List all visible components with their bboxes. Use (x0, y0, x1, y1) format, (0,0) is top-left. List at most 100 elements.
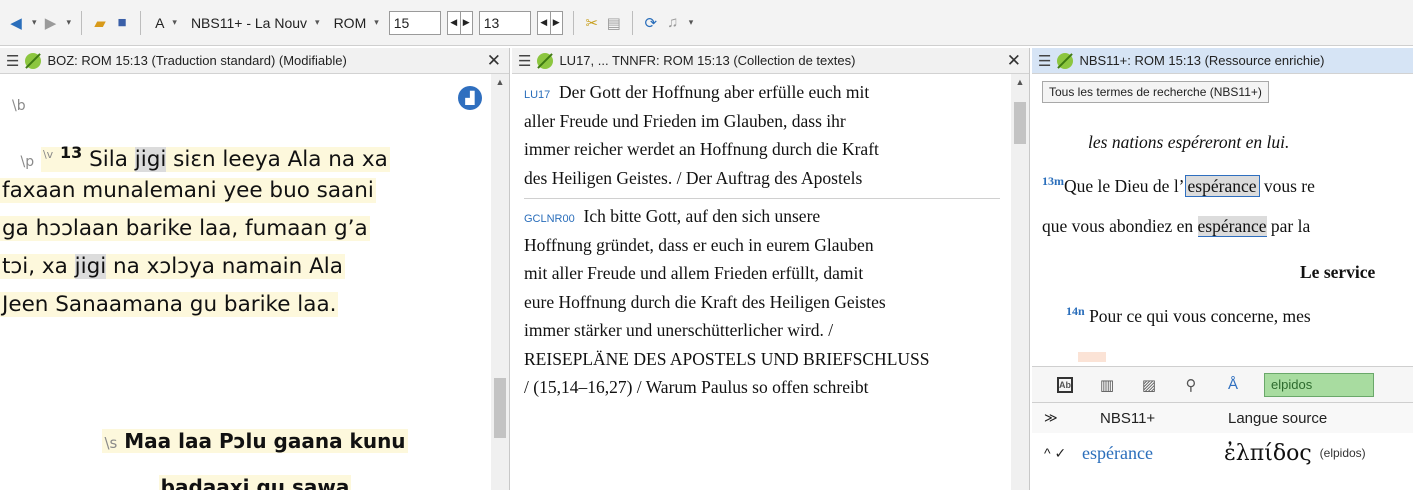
edit-status-icon (25, 52, 42, 69)
scrollbar-thumb[interactable] (494, 378, 506, 438)
text-run: par la (1266, 216, 1311, 236)
chevron-down-icon[interactable]: ▾ (689, 17, 694, 28)
verse-line: ga hɔɔlaan barike laa, fumaan g’a (0, 210, 470, 248)
column-header[interactable]: Langue source (1202, 410, 1327, 427)
term-search-input[interactable]: elpidos (1264, 372, 1374, 397)
scroll-up-icon[interactable]: ▲ (491, 74, 509, 90)
details-icon: Ab (1057, 376, 1073, 393)
audio-icon[interactable]: ♫ (665, 10, 681, 36)
image-icon: ▨ (1141, 376, 1157, 394)
row-toggle-icon[interactable]: ^ ✓ (1032, 445, 1082, 462)
tab-details[interactable]: Ab (1044, 367, 1086, 403)
tab-lexicon[interactable]: Å (1212, 367, 1254, 403)
text-line: immer reicher werdet an Hoffnung durch d… (524, 139, 879, 159)
search-terms-filter-button[interactable]: Tous les termes de recherche (NBS11+) (1042, 81, 1269, 103)
pane-title: NBS11+: ROM 15:13 (Ressource enrichie) (1079, 53, 1325, 68)
text-entry[interactable]: LU17 Der Gott der Hoffnung aber erfülle … (524, 78, 1006, 192)
project-selector[interactable]: NBS11+ - La Nouv ▾ (187, 15, 324, 31)
marker-s: \s (104, 434, 118, 452)
layout-icon[interactable]: ▤ (606, 10, 622, 36)
verse-line: faxaan munalemani yee buo saani (0, 172, 470, 210)
forward-arrow-icon[interactable]: ▶ (43, 10, 59, 36)
highlighted-term[interactable]: espérance (1197, 216, 1267, 237)
text-run: Der Gott der Hoffnung aber erfülle euch … (559, 82, 870, 102)
text-line: 14n Pour ce qui vous concerne, mes (1066, 304, 1311, 327)
text-run: ga hɔɔlaan barike laa, fumaan g’a (0, 216, 370, 241)
text-run: Ich bitte Gott, auf den sich unsere (583, 206, 821, 226)
chapter-spinner[interactable]: ◀ ▶ (446, 10, 473, 35)
close-icon[interactable]: ✕ (1007, 51, 1021, 71)
next-icon[interactable]: ▶ (549, 11, 562, 34)
partial-highlight (1078, 352, 1106, 362)
menu-icon[interactable]: ☰ (1038, 52, 1051, 70)
next-icon[interactable]: ▶ (459, 11, 472, 34)
link-icon[interactable]: ✂ (584, 10, 600, 36)
highlighted-term[interactable]: jigi (134, 147, 167, 173)
resource-text[interactable]: les nations espéreront en lui. 13mQue le… (1032, 126, 1413, 384)
forward-dropdown-icon[interactable]: ▾ (67, 17, 72, 28)
text-run: Que le Dieu de l’ (1064, 175, 1185, 196)
verse-spinner[interactable]: ◀ ▶ (536, 10, 563, 35)
book-name: ROM (333, 14, 367, 31)
text-run: tɔi, xa (2, 254, 75, 279)
text-line: immer stärker und unerschütterlicher wir… (524, 320, 834, 340)
scrollbar[interactable]: ▲ (1011, 74, 1029, 490)
text-line: les nations espéreront en lui. (1088, 132, 1290, 152)
text-run: que vous abondiez en (1042, 216, 1198, 236)
collection-text[interactable]: LU17 Der Gott der Hoffnung aber erfülle … (512, 74, 1012, 490)
prev-icon[interactable]: ◀ (447, 11, 460, 34)
font-size-button[interactable]: A ▾ (151, 15, 181, 31)
term-panel-tabs: Ab ▥ ▨ ⚲ Å elpidos (1032, 367, 1413, 403)
back-dropdown-icon[interactable]: ▾ (32, 17, 37, 28)
text-entry[interactable]: GCLNR00 Ich bitte Gott, auf den sich uns… (524, 202, 1006, 402)
column-header[interactable]: NBS11+ (1070, 410, 1202, 427)
version-abbr[interactable]: LU17 (524, 89, 550, 101)
text-run: Jeen Sanaamana gu barike laa. (0, 292, 339, 317)
section-heading[interactable]: \s Maa laa Pɔlu gaana kunu badaaxi gu sa… (90, 419, 420, 490)
menu-icon[interactable]: ☰ (518, 52, 531, 70)
pane-header: ☰ LU17, ... TNNFR: ROM 15:13 (Collection… (512, 48, 1029, 74)
close-icon[interactable]: ✕ (487, 51, 501, 71)
open-folder-icon[interactable]: ▰ (92, 10, 108, 36)
sync-icon[interactable]: ⟳ (643, 10, 659, 36)
term-table-header: ≫ NBS11+ Langue source (1032, 403, 1413, 433)
menu-icon[interactable]: ☰ (6, 52, 19, 70)
chapter-field[interactable]: 15 (388, 10, 441, 35)
translation-text[interactable]: \b ▟ \p \v 13 Sila jigi siɛn leeya Ala n… (0, 74, 492, 490)
scrollbar[interactable]: ▲ (491, 74, 509, 490)
tab-images[interactable]: ▨ (1128, 367, 1170, 403)
scrollbar-thumb[interactable] (1014, 102, 1026, 144)
edit-status-icon (1057, 52, 1074, 69)
prev-icon[interactable]: ◀ (537, 11, 550, 34)
scroll-up-icon[interactable]: ▲ (1011, 74, 1029, 90)
text-collection-pane: ☰ LU17, ... TNNFR: ROM 15:13 (Collection… (512, 48, 1030, 490)
enriched-resource-pane: ☰ NBS11+: ROM 15:13 (Ressource enrichie)… (1032, 48, 1413, 490)
collapse-all-icon[interactable]: ≫ (1032, 410, 1070, 426)
chevron-down-icon: ▾ (315, 17, 320, 27)
heading-line: badaaxi gu sawa (90, 465, 420, 490)
version-abbr[interactable]: GCLNR00 (524, 213, 575, 225)
text-run: na xɔlɔya namain Ala (106, 254, 343, 279)
term-row[interactable]: ^ ✓ espérance ἐλπίδος (elpidos) (1032, 433, 1413, 473)
map-pin-icon: ⚲ (1185, 376, 1197, 394)
verse-number: 13 (60, 143, 83, 162)
project-name: NBS11+ - La Nouv (190, 14, 308, 31)
selected-term[interactable]: espérance (1184, 174, 1260, 197)
text-run: Maa laa Pɔlu gaana kunu (124, 429, 406, 453)
verse-number[interactable]: 13m (1042, 174, 1064, 188)
term-link[interactable]: espérance (1082, 443, 1224, 464)
chart-icon[interactable]: ▟ (458, 86, 482, 110)
highlighted-term[interactable]: jigi (74, 254, 107, 279)
text-line: / (15,14–16,27) / Warum Paulus so offen … (524, 377, 869, 397)
tab-library[interactable]: ▥ (1086, 367, 1128, 403)
tab-map[interactable]: ⚲ (1170, 367, 1212, 403)
back-arrow-icon[interactable]: ◀ (8, 10, 24, 36)
book-selector[interactable]: ROM ▾ (330, 15, 383, 31)
pane-header: ☰ NBS11+: ROM 15:13 (Ressource enrichie) (1032, 48, 1413, 74)
verse-text[interactable]: \p \v 13 Sila jigi siɛn leeya Ala na xa … (0, 134, 470, 324)
marker-p: \p (20, 154, 35, 171)
verse-number[interactable]: 14n (1066, 304, 1085, 318)
verse-field[interactable]: 13 (478, 10, 531, 35)
save-icon[interactable]: ■ (114, 10, 130, 36)
text-run: vous re (1259, 175, 1315, 196)
